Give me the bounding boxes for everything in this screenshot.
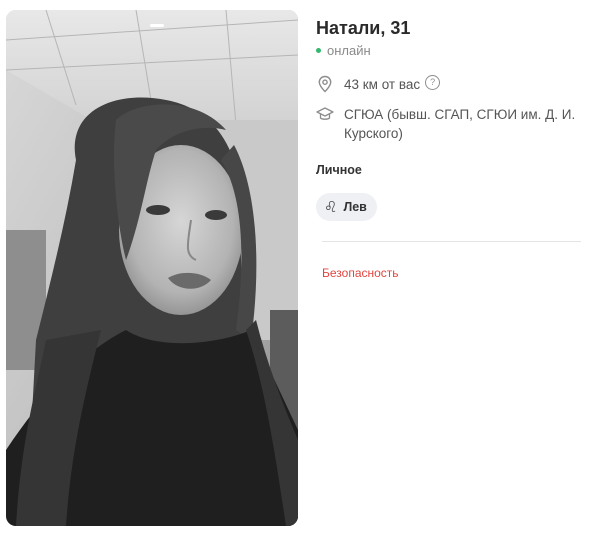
profile-photo[interactable] bbox=[6, 10, 298, 526]
leo-zodiac-icon: ♌ bbox=[324, 199, 338, 216]
divider bbox=[322, 241, 581, 242]
personal-section-title: Личное bbox=[316, 163, 362, 177]
online-status: онлайн bbox=[316, 43, 371, 58]
profile-page: Натали, 31 онлайн 43 км от вас ? СГЮА (б… bbox=[0, 0, 600, 538]
location-pin-icon bbox=[316, 75, 334, 93]
help-icon[interactable]: ? bbox=[425, 75, 441, 90]
education-text: СГЮА (бывш. СГАП, СГЮИ им. Д. И. Курског… bbox=[344, 107, 576, 141]
safety-link[interactable]: Безопасность bbox=[322, 266, 399, 280]
online-status-label: онлайн bbox=[327, 43, 371, 58]
education-row: СГЮА (бывш. СГАП, СГЮИ им. Д. И. Курског… bbox=[316, 105, 586, 143]
distance-row: 43 км от вас ? bbox=[316, 75, 441, 94]
profile-name-age: Натали, 31 bbox=[316, 18, 411, 38]
distance-text: 43 км от вас bbox=[344, 77, 421, 92]
zodiac-chip-label: Лев bbox=[343, 200, 367, 214]
photo-pagination-indicator bbox=[150, 24, 164, 27]
graduation-cap-icon bbox=[316, 105, 334, 123]
profile-photo-image bbox=[6, 10, 298, 526]
zodiac-chip[interactable]: ♌ Лев bbox=[316, 193, 377, 221]
online-dot-icon bbox=[316, 48, 321, 53]
